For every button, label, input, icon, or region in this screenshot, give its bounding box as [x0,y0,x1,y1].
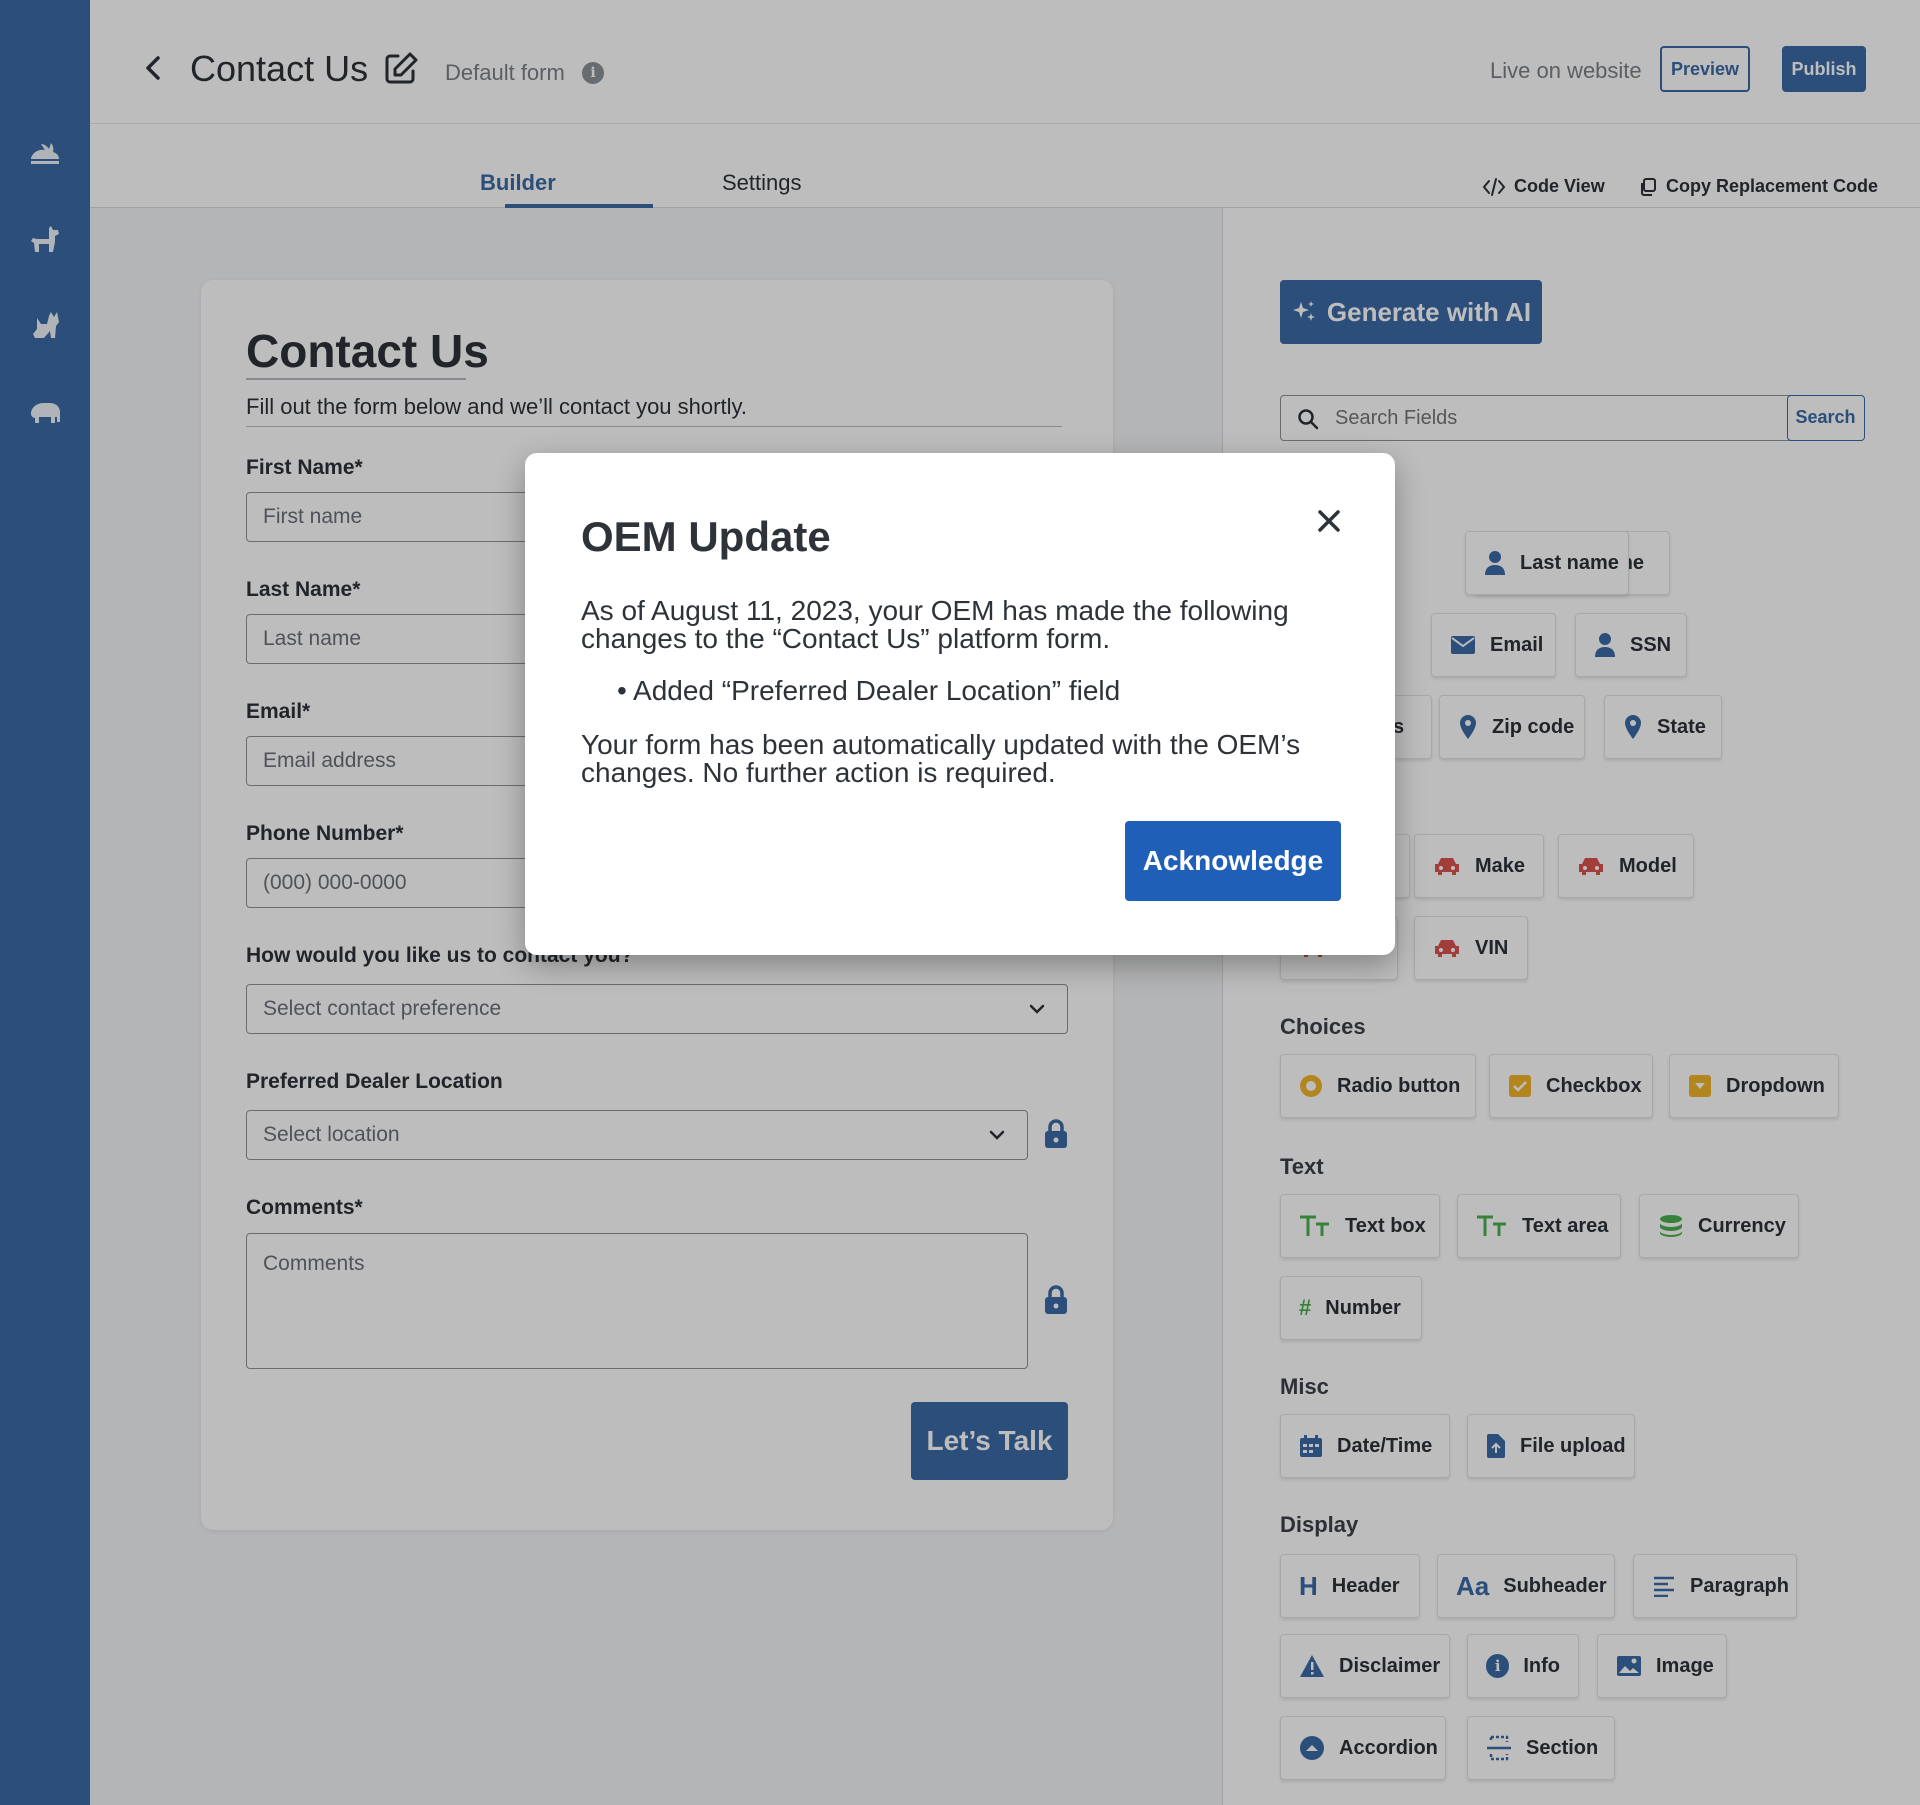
dialog-message: As of August 11, 2023, your OEM has made… [581,595,1289,654]
dialog-title: OEM Update [581,513,831,560]
oem-update-dialog: OEM Update As of August 11, 2023, your O… [525,453,1395,955]
close-icon[interactable] [1313,505,1345,537]
dialog-message-secondary: Your form has been automatically updated… [581,729,1301,788]
dialog-bullet: • Added “Preferred Dealer Location” fiel… [617,675,1121,706]
acknowledge-button[interactable]: Acknowledge [1125,821,1341,901]
